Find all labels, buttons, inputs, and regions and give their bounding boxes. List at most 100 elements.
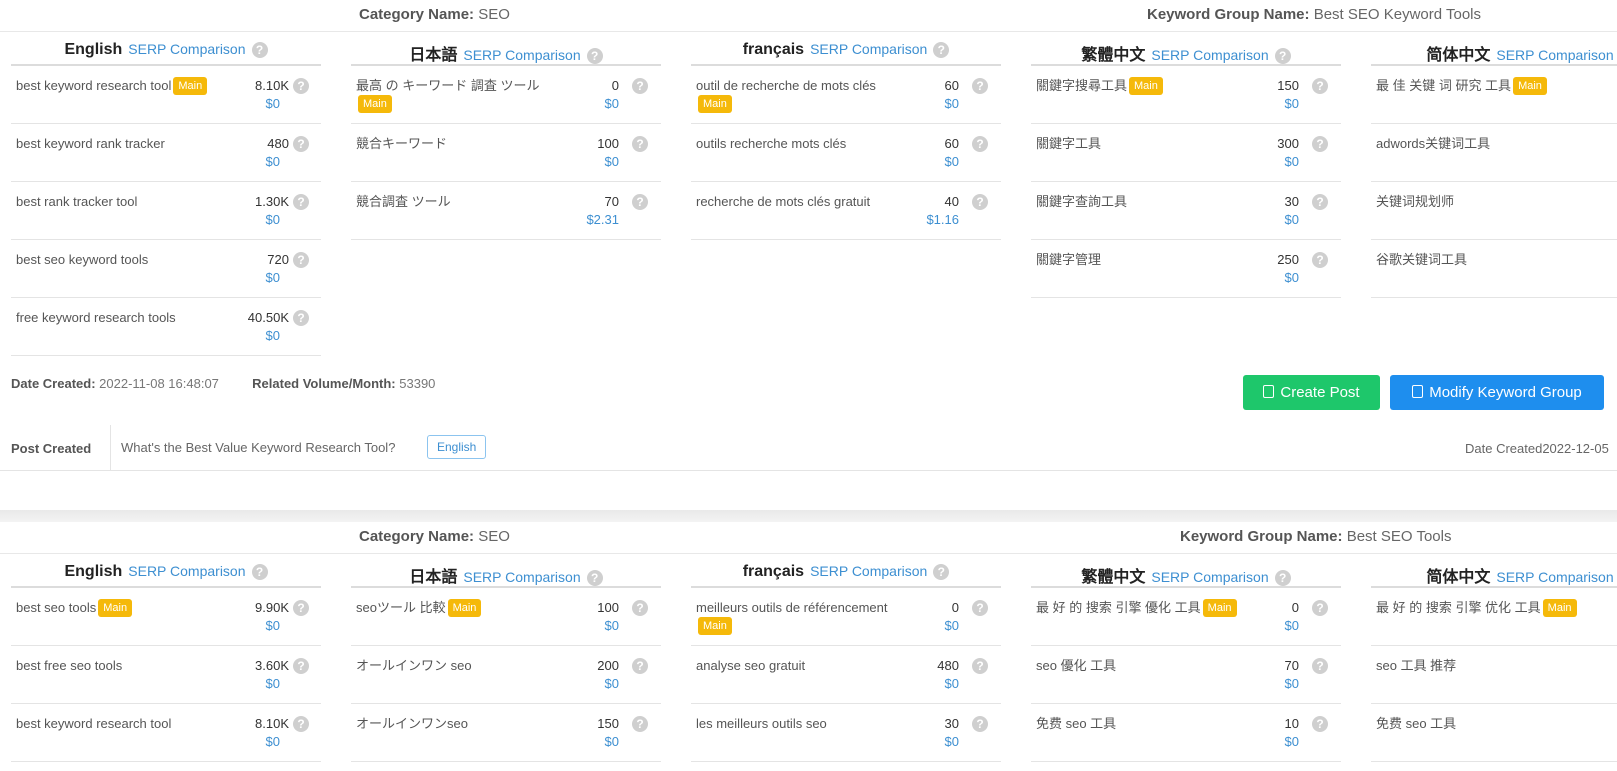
serp-comparison-link[interactable]: SERP Comparison: [810, 563, 927, 579]
help-icon[interactable]: ?: [1312, 136, 1328, 152]
help-icon[interactable]: ?: [251, 42, 268, 59]
help-icon[interactable]: ?: [1274, 48, 1291, 65]
help-icon[interactable]: ?: [586, 570, 603, 587]
help-icon[interactable]: ?: [293, 136, 309, 152]
help-icon[interactable]: ?: [632, 136, 648, 152]
column-header: 简体中文SERP Comparison?: [1371, 554, 1617, 588]
column-header: 日本語 SERP Comparison?: [351, 554, 661, 588]
help-icon[interactable]: ?: [972, 716, 988, 732]
help-icon[interactable]: ?: [972, 136, 988, 152]
help-icon[interactable]: ?: [1312, 658, 1328, 674]
keyword-row: 最 好 的 搜索 引擎 優化 工具 Main 0 $0?: [1031, 588, 1341, 646]
search-volume: 40: [944, 194, 959, 209]
keyword-label: meilleurs outils de référencement: [696, 600, 888, 615]
help-icon[interactable]: ?: [1274, 570, 1291, 587]
group-header: Category Name: SEO Keyword Group Name: B…: [0, 522, 1617, 554]
help-icon[interactable]: ?: [586, 48, 603, 65]
serp-comparison-link[interactable]: SERP Comparison: [810, 41, 927, 57]
serp-comparison-link[interactable]: SERP Comparison: [463, 47, 580, 63]
help-icon[interactable]: ?: [1312, 252, 1328, 268]
serp-comparison-link[interactable]: SERP Comparison: [463, 569, 580, 585]
keyword-row: seo 工具 推荐: [1371, 646, 1617, 704]
keyword-label: 關鍵字查詢工具: [1036, 194, 1128, 209]
cpc-value: $0: [944, 676, 959, 691]
help-icon[interactable]: ?: [972, 194, 988, 210]
keyword-row: 關鍵字查詢工具 30 $0?: [1031, 182, 1341, 240]
cpc-value: $0: [1284, 154, 1299, 169]
post-created-row: Post Created What's the Best Value Keywo…: [0, 425, 1617, 471]
column-header: English SERP Comparison?: [11, 32, 321, 66]
serp-comparison-link[interactable]: SERP Comparison: [1496, 569, 1613, 585]
keyword-label: 免费 seo 工具: [1036, 716, 1117, 731]
keyword-label: 關鍵字工具: [1036, 136, 1102, 151]
keyword-text: free keyword research tools: [16, 309, 176, 327]
help-icon[interactable]: ?: [972, 600, 988, 616]
keyword-row: seo 優化 工具 70 $0?: [1031, 646, 1341, 704]
keyword-group-card: Category Name: SEO Keyword Group Name: B…: [0, 0, 1617, 510]
language-name: français: [742, 41, 805, 58]
serp-comparison-link[interactable]: SERP Comparison: [128, 563, 245, 579]
language-name: 繁體中文: [1081, 47, 1146, 64]
file-plus-icon: [1263, 385, 1275, 398]
keyword-row: 关键词规划师: [1371, 182, 1617, 240]
help-icon[interactable]: ?: [1312, 78, 1328, 94]
language-column: English SERP Comparison? best keyword rese…: [11, 32, 321, 356]
modify-keyword-group-button[interactable]: Modify Keyword Group: [1390, 375, 1604, 410]
serp-comparison-link[interactable]: SERP Comparison: [1496, 47, 1613, 63]
cpc-value: $0: [265, 734, 280, 749]
search-volume: 60: [944, 136, 959, 151]
serp-comparison-link[interactable]: SERP Comparison: [128, 41, 245, 57]
help-icon[interactable]: ?: [632, 194, 648, 210]
serp-comparison-link[interactable]: SERP Comparison: [1151, 569, 1268, 585]
help-icon[interactable]: ?: [933, 564, 950, 581]
create-post-button[interactable]: Create Post: [1243, 375, 1380, 410]
main-badge: Main: [358, 95, 392, 113]
cpc-value: $0: [265, 96, 280, 111]
keyword-label: seo 工具 推荐: [1376, 658, 1457, 673]
keyword-text: 免费 seo 工具: [1376, 715, 1456, 733]
keyword-label: best keyword rank tracker: [16, 136, 165, 151]
post-title-link[interactable]: What's the Best Value Keyword Research T…: [121, 440, 395, 455]
serp-comparison-link[interactable]: SERP Comparison: [1151, 47, 1268, 63]
keyword-row: best seo tools Main 9.90K $0?: [11, 588, 321, 646]
help-icon[interactable]: ?: [251, 564, 268, 581]
help-icon[interactable]: ?: [1312, 600, 1328, 616]
keyword-row: 關鍵字工具 300 $0?: [1031, 124, 1341, 182]
keyword-text: 谷歌关键词工具: [1376, 251, 1467, 269]
help-icon[interactable]: ?: [293, 658, 309, 674]
main-badge: Main: [1513, 77, 1547, 95]
group-separator: [0, 510, 1617, 522]
keyword-text: seo 工具 推荐: [1376, 657, 1456, 675]
help-icon[interactable]: ?: [972, 78, 988, 94]
keyword-text: seo 優化 工具: [1036, 657, 1116, 675]
help-icon[interactable]: ?: [293, 600, 309, 616]
cpc-value: $0: [604, 154, 619, 169]
keyword-row: recherche de mots clés gratuit 40 $1.16?: [691, 182, 1001, 240]
post-language-tag[interactable]: English: [427, 435, 487, 459]
keyword-text: 最 好 的 搜索 引擎 优化 工具 Main: [1376, 599, 1577, 617]
help-icon[interactable]: ?: [632, 716, 648, 732]
help-icon[interactable]: ?: [293, 310, 309, 326]
search-volume: 480: [267, 136, 289, 151]
cpc-value: $0: [1284, 212, 1299, 227]
help-icon[interactable]: ?: [293, 194, 309, 210]
help-icon[interactable]: ?: [632, 600, 648, 616]
keyword-text: best seo keyword tools: [16, 251, 148, 269]
keyword-label: 谷歌关键词工具: [1376, 252, 1468, 267]
cpc-value: $0: [944, 734, 959, 749]
cpc-value: $0: [604, 618, 619, 633]
help-icon[interactable]: ?: [632, 78, 648, 94]
language-name: 简体中文: [1426, 569, 1491, 586]
help-icon[interactable]: ?: [933, 42, 950, 59]
keyword-label: best keyword research tool: [16, 716, 172, 731]
help-icon[interactable]: ?: [632, 658, 648, 674]
help-icon[interactable]: ?: [293, 252, 309, 268]
help-icon[interactable]: ?: [293, 78, 309, 94]
search-volume: 30: [944, 716, 959, 731]
help-icon[interactable]: ?: [1312, 716, 1328, 732]
cpc-value: $1.16: [926, 212, 959, 227]
help-icon[interactable]: ?: [972, 658, 988, 674]
help-icon[interactable]: ?: [293, 716, 309, 732]
help-icon[interactable]: ?: [1312, 194, 1328, 210]
keyword-row: best free seo tools 3.60K $0?: [11, 646, 321, 704]
